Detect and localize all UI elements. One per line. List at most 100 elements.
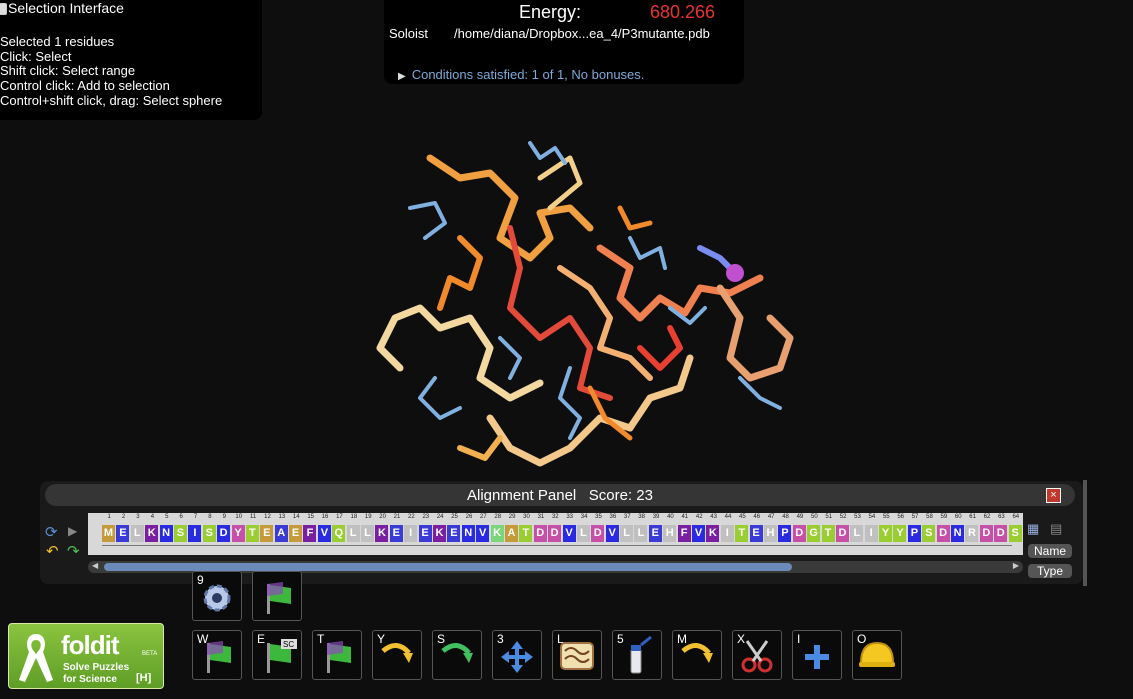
selected-residue-marker[interactable] bbox=[726, 264, 744, 282]
residue-cell[interactable]: N bbox=[159, 525, 173, 542]
residue-cell[interactable]: T bbox=[519, 525, 533, 542]
residue-cell[interactable]: Y bbox=[231, 525, 245, 542]
scroll-left-icon[interactable]: ◀ bbox=[92, 561, 98, 570]
expand-arrow-icon[interactable]: ▶ bbox=[398, 71, 406, 82]
residue-cell[interactable]: D bbox=[936, 525, 950, 542]
residue-cell[interactable]: K bbox=[706, 525, 720, 542]
tool-button-rubber-band[interactable]: L bbox=[552, 630, 602, 680]
residue-cell[interactable]: E bbox=[260, 525, 274, 542]
conditions-toggle[interactable]: ▶ Conditions satisfied: 1 of 1, No bonuse… bbox=[398, 67, 644, 82]
residue-cell[interactable]: F bbox=[303, 525, 317, 542]
residue-cell[interactable]: Y bbox=[879, 525, 893, 542]
redo-icon[interactable]: ↷ bbox=[67, 542, 80, 560]
residue-cell[interactable]: A bbox=[504, 525, 518, 542]
residue-cell[interactable]: G bbox=[807, 525, 821, 542]
help-key[interactable]: [H] bbox=[136, 672, 151, 684]
residue-cell[interactable]: S bbox=[173, 525, 187, 542]
sequence-area[interactable]: 1 2 3 4 5 6 7 8 9 10 11 12 13 14 15 16 17 18 19 20 21 22 23 24 2… bbox=[88, 513, 1023, 555]
refresh-icon[interactable]: ⟳ bbox=[45, 523, 58, 541]
residue-cell[interactable]: T bbox=[245, 525, 259, 542]
foldit-logo[interactable]: foldit BETA Solve Puzzles for Science [H… bbox=[8, 623, 164, 689]
residue-cell[interactable]: L bbox=[576, 525, 590, 542]
residue-cell[interactable]: K bbox=[490, 525, 504, 542]
tool-button-flag[interactable]: T bbox=[312, 630, 362, 680]
residue-cell[interactable]: S bbox=[202, 525, 216, 542]
residue-cell[interactable]: D bbox=[533, 525, 547, 542]
residue-cell[interactable]: H bbox=[663, 525, 677, 542]
tool-button-curved-arrow-green[interactable]: S bbox=[432, 630, 482, 680]
residue-cell[interactable]: L bbox=[130, 525, 144, 542]
close-icon[interactable]: × bbox=[1046, 488, 1061, 503]
residue-cell[interactable]: T bbox=[821, 525, 835, 542]
tool-button-curved-arrow[interactable]: M bbox=[672, 630, 722, 680]
residue-cell[interactable]: E bbox=[116, 525, 130, 542]
residue-cell[interactable]: V bbox=[562, 525, 576, 542]
residue-cell[interactable]: I bbox=[404, 525, 418, 542]
tool-button-flag[interactable] bbox=[252, 571, 302, 621]
undo-icon[interactable]: ↶ bbox=[46, 542, 59, 560]
residue-cell[interactable]: D bbox=[591, 525, 605, 542]
residue-cell[interactable]: L bbox=[361, 525, 375, 542]
residue-cell[interactable]: F bbox=[677, 525, 691, 542]
residue-cell[interactable]: R bbox=[965, 525, 979, 542]
residue-cell[interactable]: Q bbox=[332, 525, 346, 542]
residue-cell[interactable]: E bbox=[447, 525, 461, 542]
residue-cell[interactable]: P bbox=[907, 525, 921, 542]
residue-cell[interactable]: L bbox=[620, 525, 634, 542]
residue-cell[interactable]: A bbox=[274, 525, 288, 542]
residue-cell[interactable]: E bbox=[289, 525, 303, 542]
residue-cell[interactable]: S bbox=[1008, 525, 1022, 542]
scroll-right-icon[interactable]: ▶ bbox=[1013, 561, 1019, 570]
residue-cell[interactable]: I bbox=[864, 525, 878, 542]
tool-button-helmet[interactable]: O bbox=[852, 630, 902, 680]
residue-cell[interactable]: E bbox=[648, 525, 662, 542]
list-icon[interactable]: ▤ bbox=[1050, 521, 1062, 537]
residue-cell[interactable]: M bbox=[102, 525, 115, 542]
tool-button-flag-sc[interactable]: SC E bbox=[252, 630, 302, 680]
residue-cell[interactable]: K bbox=[145, 525, 159, 542]
residue-cell[interactable]: D bbox=[548, 525, 562, 542]
residue-cell[interactable]: E bbox=[418, 525, 432, 542]
residue-cell[interactable]: K bbox=[375, 525, 389, 542]
residue-cell[interactable]: K bbox=[432, 525, 446, 542]
alignment-titlebar[interactable]: Alignment Panel Score: 23 × bbox=[45, 484, 1075, 506]
residue-cell[interactable]: V bbox=[476, 525, 490, 542]
tool-button-scissors[interactable]: X bbox=[732, 630, 782, 680]
grid-icon[interactable]: ▦ bbox=[1027, 521, 1039, 537]
residue-cell[interactable]: I bbox=[188, 525, 202, 542]
tool-button-curved-arrow[interactable]: Y bbox=[372, 630, 422, 680]
scroll-thumb[interactable] bbox=[104, 563, 792, 571]
residue-cell[interactable]: E bbox=[749, 525, 763, 542]
residue-cell[interactable]: L bbox=[346, 525, 360, 542]
residue-cell[interactable]: S bbox=[922, 525, 936, 542]
residue-cell[interactable]: D bbox=[792, 525, 806, 542]
type-button[interactable]: Type bbox=[1028, 564, 1072, 578]
protein-viewport[interactable] bbox=[340, 118, 820, 490]
tool-button-tube[interactable]: 5 bbox=[612, 630, 662, 680]
residue-cell[interactable]: H bbox=[763, 525, 777, 542]
tool-button-gear[interactable]: 9 bbox=[192, 571, 242, 621]
residue-cell[interactable]: E bbox=[389, 525, 403, 542]
residue-cell[interactable]: P bbox=[778, 525, 792, 542]
residue-cell[interactable]: I bbox=[720, 525, 734, 542]
tool-button-plus[interactable]: I bbox=[792, 630, 842, 680]
tool-button-flag[interactable]: W bbox=[192, 630, 242, 680]
window-icon[interactable] bbox=[0, 3, 7, 15]
residue-cell[interactable]: D bbox=[835, 525, 849, 542]
residue-cell[interactable]: L bbox=[634, 525, 648, 542]
vertical-scrollbar[interactable] bbox=[1083, 480, 1087, 586]
residue-cell[interactable]: D bbox=[979, 525, 993, 542]
sequence-row[interactable]: MELKNSISDYTEAEFVQLLKEIEKENVKATDDVLDVLLEH… bbox=[102, 523, 1023, 543]
name-button[interactable]: Name bbox=[1028, 544, 1072, 558]
residue-cell[interactable]: Y bbox=[893, 525, 907, 542]
play-icon[interactable]: ▶ bbox=[68, 524, 77, 538]
residue-cell[interactable]: V bbox=[605, 525, 619, 542]
residue-cell[interactable]: L bbox=[850, 525, 864, 542]
residue-cell[interactable]: V bbox=[317, 525, 331, 542]
residue-cell[interactable]: V bbox=[692, 525, 706, 542]
residue-cell[interactable]: D bbox=[217, 525, 231, 542]
residue-cell[interactable]: N bbox=[461, 525, 475, 542]
tool-button-move[interactable]: 3 bbox=[492, 630, 542, 680]
residue-cell[interactable]: T bbox=[735, 525, 749, 542]
residue-cell[interactable]: D bbox=[994, 525, 1008, 542]
